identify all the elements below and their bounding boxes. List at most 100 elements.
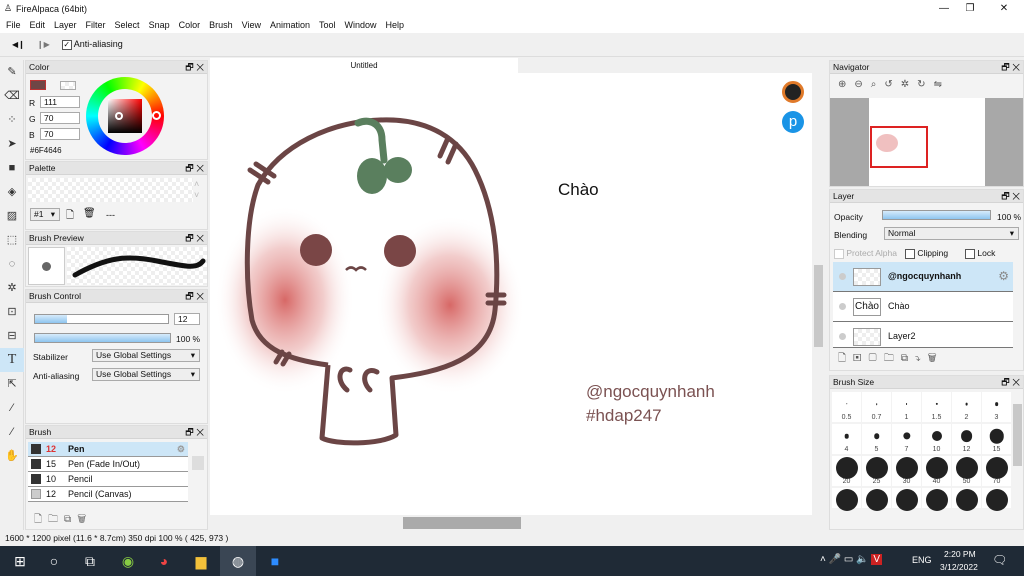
- protect-alpha-checkbox[interactable]: Protect Alpha: [834, 248, 897, 259]
- brush-size-option[interactable]: 15: [982, 424, 1011, 454]
- lock-checkbox[interactable]: Lock: [965, 248, 995, 259]
- menu-snap[interactable]: Snap: [149, 20, 170, 30]
- brush-size-option[interactable]: 10: [922, 424, 951, 454]
- brush-size-option[interactable]: 2: [952, 392, 981, 422]
- system-tray-icons[interactable]: ˄ 🎤 ▭ 🔈 V: [820, 554, 882, 565]
- task-view-icon[interactable]: ⧉: [72, 546, 108, 576]
- clock-time[interactable]: 2:20 PM: [944, 549, 976, 559]
- brush-size-option[interactable]: 7: [892, 424, 921, 454]
- b-input[interactable]: 70: [40, 128, 80, 140]
- panel-controls[interactable]: 🗗 ✕: [185, 290, 204, 303]
- menu-file[interactable]: File: [6, 20, 21, 30]
- brush-size-option[interactable]: [982, 488, 1011, 511]
- brush-size-option[interactable]: 5: [862, 424, 891, 454]
- hue-cursor[interactable]: [152, 111, 161, 120]
- close-button[interactable]: ✕: [984, 0, 1024, 17]
- brush-size-option[interactable]: 3: [982, 392, 1011, 422]
- language-indicator[interactable]: ENG: [912, 555, 932, 565]
- menu-edit[interactable]: Edit: [30, 20, 46, 30]
- brush-item-pen[interactable]: 12 Pen ⚙: [28, 442, 188, 457]
- brush-size-option[interactable]: 1: [892, 392, 921, 422]
- antialias-toggle[interactable]: ✓ Anti-aliasing: [61, 39, 123, 50]
- brush-size-option[interactable]: [952, 488, 981, 511]
- menu-help[interactable]: Help: [386, 20, 405, 30]
- blending-select[interactable]: Normal: [884, 227, 1019, 240]
- hue-ring[interactable]: [86, 77, 164, 155]
- panel-controls[interactable]: 🗗 ✕: [185, 162, 204, 175]
- secondary-color-swatch[interactable]: [60, 81, 76, 90]
- brush-size-option[interactable]: [922, 488, 951, 511]
- notifications-icon[interactable]: 🗨: [992, 553, 1007, 567]
- new-palette-icon[interactable]: 🗋: [66, 208, 74, 225]
- sv-cursor[interactable]: [115, 112, 123, 120]
- sv-square[interactable]: [108, 99, 142, 133]
- g-input[interactable]: 70: [40, 112, 80, 124]
- alpaca-icon[interactable]: [782, 81, 804, 103]
- operation-tool[interactable]: ⇱: [0, 372, 24, 396]
- prev-frame-button[interactable]: ◀❙: [12, 40, 25, 49]
- visibility-icon[interactable]: [839, 303, 846, 310]
- brush-size-option[interactable]: [832, 488, 861, 511]
- gear-icon[interactable]: ⚙: [177, 442, 185, 456]
- panel-controls[interactable]: 🗗 ✕: [185, 61, 204, 74]
- panel-controls[interactable]: 🗗 ✕: [185, 426, 204, 439]
- brush-size-option[interactable]: 40: [922, 456, 951, 486]
- scroll-up-icon[interactable]: ˄: [194, 179, 199, 189]
- file-explorer-icon[interactable]: ▆: [183, 546, 219, 576]
- menu-window[interactable]: Window: [345, 20, 377, 30]
- brush-opacity-slider[interactable]: [34, 333, 171, 343]
- stabilizer-select[interactable]: Use Global Settings: [92, 349, 200, 362]
- menu-view[interactable]: View: [242, 20, 261, 30]
- trash-icon[interactable]: 🗑: [83, 208, 96, 219]
- menu-filter[interactable]: Filter: [86, 20, 106, 30]
- layer-opacity-slider[interactable]: [882, 210, 991, 220]
- chrome-icon[interactable]: ◕: [146, 546, 182, 576]
- r-input[interactable]: 111: [40, 96, 80, 108]
- horizontal-scrollbar[interactable]: [210, 515, 826, 530]
- clipping-checkbox[interactable]: Clipping: [905, 248, 948, 259]
- brush-size-option[interactable]: 70: [982, 456, 1011, 486]
- menu-tool[interactable]: Tool: [319, 20, 336, 30]
- brush-size-scrollbar[interactable]: [1013, 404, 1022, 466]
- next-frame-button[interactable]: ❙▶: [37, 40, 50, 49]
- brush-size-option[interactable]: 25: [862, 456, 891, 486]
- move-tool[interactable]: ➤: [0, 132, 24, 156]
- visibility-icon[interactable]: [839, 273, 846, 280]
- hand-tool[interactable]: ✋: [0, 444, 24, 468]
- brush-list-scrollbar[interactable]: [192, 456, 204, 470]
- brush-size-option[interactable]: 50: [952, 456, 981, 486]
- vertical-scrollbar[interactable]: [812, 73, 826, 515]
- antialias-select[interactable]: Use Global Settings: [92, 368, 200, 381]
- eyedropper-tool[interactable]: ⁄: [0, 420, 24, 444]
- brush-size-input[interactable]: 12: [174, 313, 200, 325]
- search-icon[interactable]: ○: [36, 546, 72, 576]
- menu-brush[interactable]: Brush: [209, 20, 233, 30]
- firealpaca-icon[interactable]: ◍: [220, 546, 256, 576]
- magic-wand-tool[interactable]: ✲: [0, 276, 24, 300]
- windows-start-icon[interactable]: ⊞: [2, 546, 38, 576]
- select-eraser-tool[interactable]: ⊟: [0, 324, 24, 348]
- zoom-icon[interactable]: ■: [257, 546, 293, 576]
- menu-layer[interactable]: Layer: [54, 20, 77, 30]
- select-pen-tool[interactable]: ⊡: [0, 300, 24, 324]
- brush-size-option[interactable]: 30: [892, 456, 921, 486]
- layer-actions[interactable]: 🗋▣▢🗀⧉⤵🗑: [838, 351, 944, 368]
- brush-size-option[interactable]: [892, 488, 921, 511]
- navigator-toolbar[interactable]: ⊕⊖⌕↺✲↻⇋: [838, 79, 950, 90]
- visibility-icon[interactable]: [839, 333, 846, 340]
- brush-size-option[interactable]: 20: [832, 456, 861, 486]
- dot-tool[interactable]: ⁘: [0, 108, 24, 132]
- brush-size-option[interactable]: 4: [832, 424, 861, 454]
- scroll-down-icon[interactable]: ˅: [194, 190, 199, 200]
- viewport-indicator[interactable]: [870, 126, 928, 168]
- layer-row[interactable]: Chào Chào: [833, 292, 1013, 322]
- fill-rect-tool[interactable]: ■: [0, 156, 24, 180]
- brush-item[interactable]: 10 Pencil: [28, 472, 188, 487]
- eraser-tool[interactable]: ⌫: [0, 84, 24, 108]
- brush-item[interactable]: 15 Pen (Fade In/Out): [28, 457, 188, 472]
- app-icon[interactable]: ◉: [110, 546, 146, 576]
- select-rect-tool[interactable]: ⬚: [0, 228, 24, 252]
- text-tool[interactable]: T: [0, 348, 24, 372]
- primary-color-swatch[interactable]: [30, 80, 46, 90]
- brush-size-option[interactable]: 12: [952, 424, 981, 454]
